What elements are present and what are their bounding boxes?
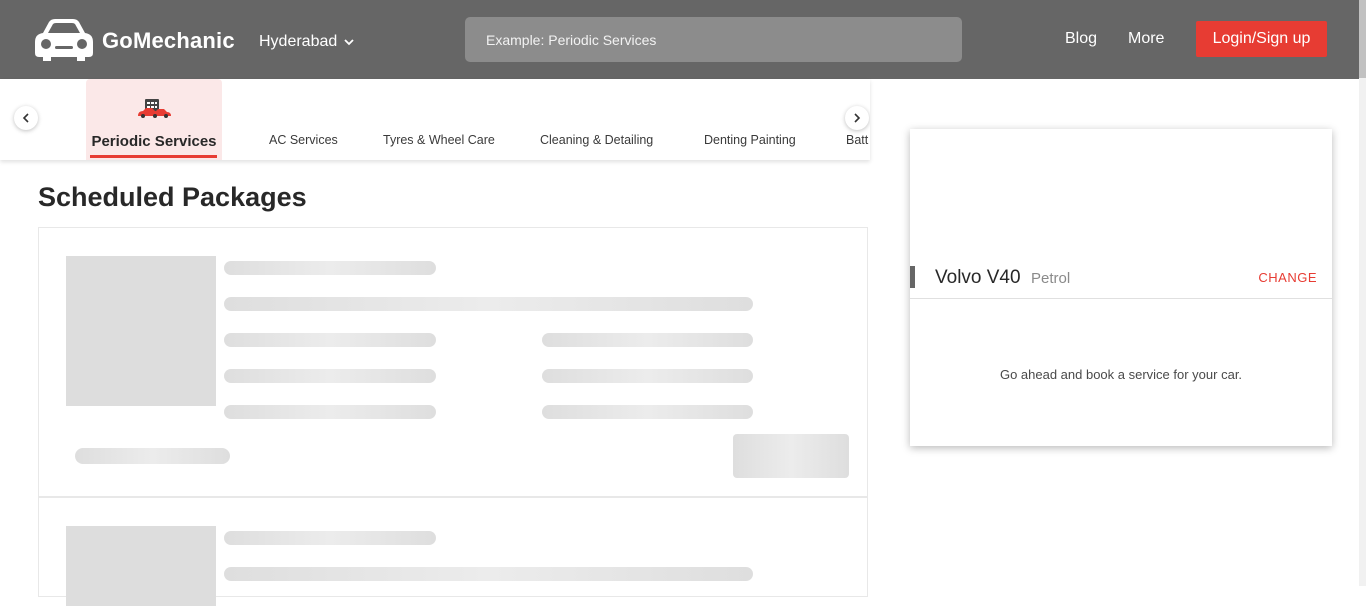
active-tab-indicator [90,155,217,158]
tab-cleaning-detailing[interactable]: Cleaning & Detailing [540,133,653,147]
chevron-down-icon [344,39,354,46]
car-model: Volvo V40 [935,267,1021,288]
nav-more-link[interactable]: More [1128,30,1164,48]
nav-blog-link[interactable]: Blog [1065,30,1097,48]
top-header: GoMechanic Hyderabad Blog More Login/Sig… [0,0,1366,79]
search-input[interactable] [465,17,962,62]
tab-batteries[interactable]: Batt [846,133,868,147]
skeleton-line [542,369,753,383]
page-title: Scheduled Packages [38,182,307,212]
tab-periodic-services[interactable]: Periodic Services [86,79,222,160]
skeleton-line [224,261,436,275]
city-selector[interactable]: Hyderabad [259,33,355,51]
scrollbar-thumb[interactable] [1359,0,1366,78]
package-card-skeleton [38,497,868,606]
skeleton-line [75,448,230,464]
chevron-right-icon [854,113,861,123]
skeleton-line [542,405,753,419]
skeleton-line [224,333,436,347]
divider [910,298,1332,299]
car-service-icon [138,99,171,118]
category-prev-button[interactable] [14,106,38,130]
package-card-skeleton [38,227,868,497]
chevron-left-icon [22,113,29,123]
skeleton-line [224,405,436,419]
tab-label: Periodic Services [91,133,217,150]
category-bar: Periodic Services AC Services Tyres & Wh… [0,79,870,160]
change-car-button[interactable]: CHANGE [1258,270,1317,285]
car-accent-bar [910,266,915,288]
selected-car-panel: Volvo V40 Petrol CHANGE Go ahead and boo… [910,129,1332,446]
car-fuel-type: Petrol [1031,270,1071,287]
page-scrollbar[interactable] [1359,0,1366,586]
car-logo-icon[interactable] [33,17,95,61]
login-signup-button[interactable]: Login/Sign up [1196,21,1327,57]
skeleton-line [224,297,753,311]
skeleton-line [224,531,436,545]
package-image-placeholder [66,256,216,406]
empty-cart-message: Go ahead and book a service for your car… [999,367,1243,382]
tab-tyres-wheel-care[interactable]: Tyres & Wheel Care [383,133,495,147]
brand-name[interactable]: GoMechanic [102,28,235,54]
skeleton-line [224,567,753,581]
tab-denting-painting[interactable]: Denting Painting [704,133,796,147]
category-next-button[interactable] [845,106,869,130]
skeleton-line [224,369,436,383]
city-label: Hyderabad [259,33,338,50]
tab-ac-services[interactable]: AC Services [269,133,338,147]
skeleton-button [733,434,849,478]
package-image-placeholder [66,526,216,606]
skeleton-line [542,333,753,347]
